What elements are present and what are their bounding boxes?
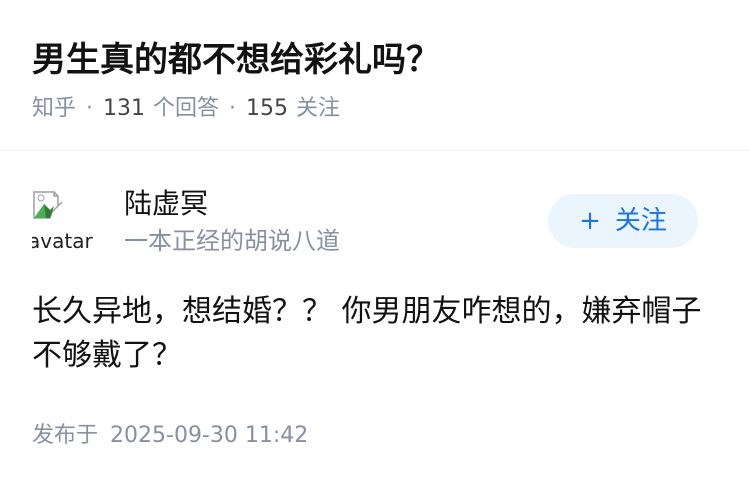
avatar-alt-text: avatar — [32, 229, 93, 253]
follow-button[interactable]: + 关注 — [548, 194, 698, 248]
follow-button-label: 关注 — [614, 206, 667, 236]
answer-count: 131 — [103, 96, 146, 121]
plus-icon: + — [579, 206, 601, 236]
question-title[interactable]: 男生真的都不想给彩礼吗？ — [32, 36, 440, 84]
publish-time: 发布于 2025-09-30 11:42 — [32, 420, 308, 452]
question-meta: 知乎 · 131 个回答 · 155 关注 — [32, 92, 340, 126]
answer-count-label[interactable]: 个回答 — [153, 96, 219, 121]
answer-content: 长久异地，想结婚？？ 你男朋友咋想的，嫌弃帽子不够戴了？ — [32, 294, 702, 373]
meta-separator: · — [86, 96, 94, 121]
publish-label: 发布于 — [32, 423, 99, 448]
section-divider — [0, 150, 750, 151]
follower-count: 155 — [246, 96, 289, 121]
broken-image-icon — [33, 191, 63, 219]
meta-separator: · — [229, 96, 237, 121]
author-row: avatar 陆虚冥 一本正经的胡说八道 + 关注 — [32, 186, 718, 260]
follower-count-label: 关注 — [296, 96, 341, 121]
question-header: 男生真的都不想给彩礼吗？ 知乎 · 131 个回答 · 155 关注 — [0, 0, 750, 150]
avatar[interactable]: avatar — [32, 186, 100, 254]
author-name[interactable]: 陆虚冥 — [124, 186, 208, 222]
site-name[interactable]: 知乎 — [32, 96, 76, 121]
publish-timestamp: 2025-09-30 11:42 — [110, 423, 309, 448]
author-bio: 一本正经的胡说八道 — [124, 227, 340, 255]
